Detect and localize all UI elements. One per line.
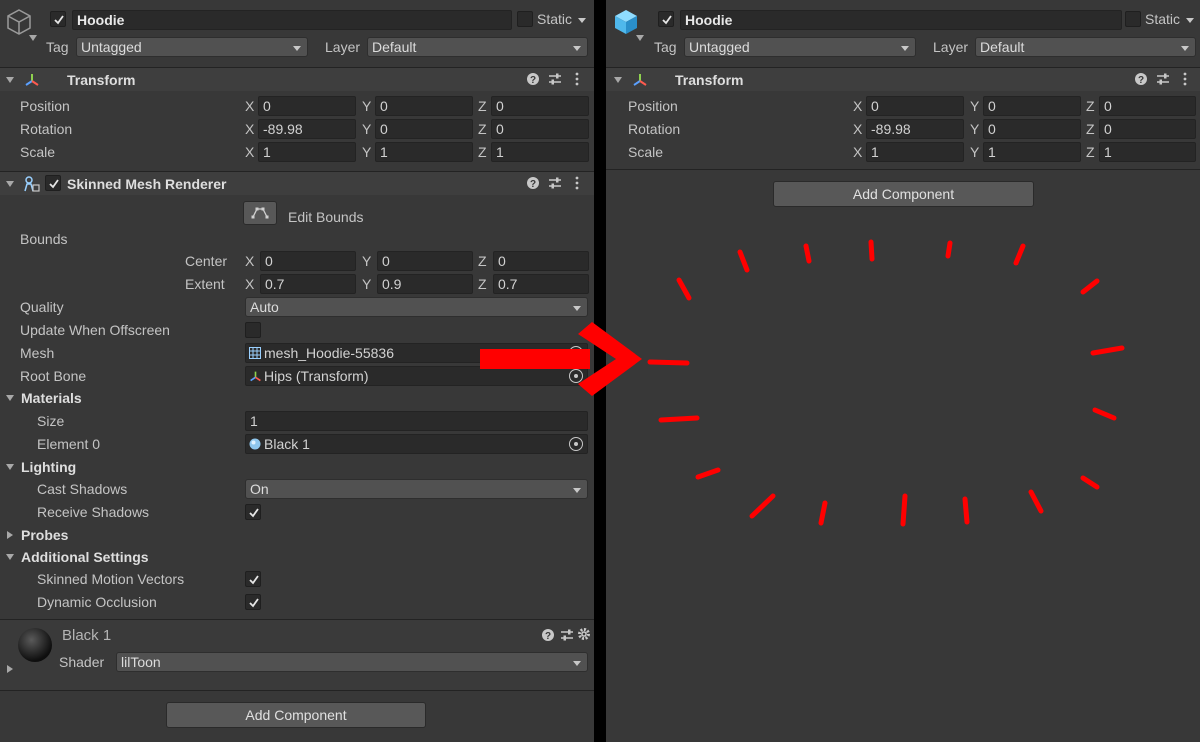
red-highlight-dashes bbox=[647, 239, 1125, 527]
red-arrow-annotation bbox=[480, 322, 642, 396]
annotation-overlay bbox=[480, 239, 1125, 527]
